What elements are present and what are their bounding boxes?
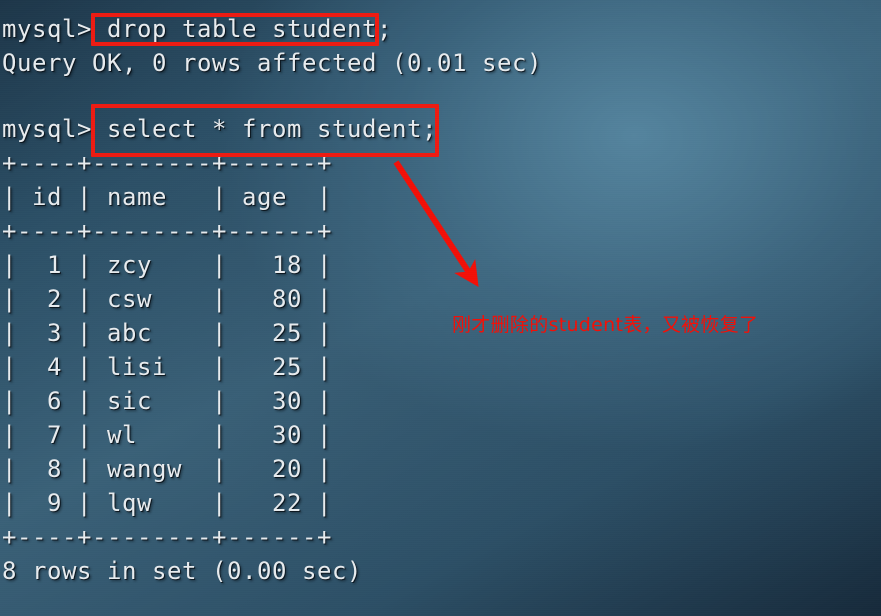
- terminal-screenshot: mysql> drop table student; Query OK, 0 ro…: [0, 0, 881, 616]
- terminal-line-row-2: | 2 | csw | 80 |: [2, 285, 332, 313]
- terminal-line-result-select: 8 rows in set (0.00 sec): [2, 557, 362, 585]
- terminal-line-row-1: | 1 | zcy | 18 |: [2, 251, 332, 279]
- terminal-line-table-header: | id | name | age |: [2, 183, 332, 211]
- terminal-output[interactable]: mysql> drop table student; Query OK, 0 ro…: [0, 0, 881, 616]
- terminal-line-table-bottom: +----+--------+------+: [2, 523, 332, 551]
- terminal-line-cmd-select: mysql> select * from student;: [2, 115, 437, 143]
- terminal-line-row-3: | 3 | abc | 25 |: [2, 319, 332, 347]
- terminal-line-result-drop: Query OK, 0 rows affected (0.01 sec): [2, 49, 542, 77]
- terminal-line-table-top: +----+--------+------+: [2, 149, 332, 177]
- terminal-line-cmd-drop: mysql> drop table student;: [2, 15, 392, 43]
- terminal-line-row-5: | 6 | sic | 30 |: [2, 387, 332, 415]
- terminal-line-row-8: | 9 | lqw | 22 |: [2, 489, 332, 517]
- terminal-line-row-7: | 8 | wangw | 20 |: [2, 455, 332, 483]
- terminal-line-row-6: | 7 | wl | 30 |: [2, 421, 332, 449]
- terminal-line-table-sep: +----+--------+------+: [2, 217, 332, 245]
- terminal-line-row-4: | 4 | lisi | 25 |: [2, 353, 332, 381]
